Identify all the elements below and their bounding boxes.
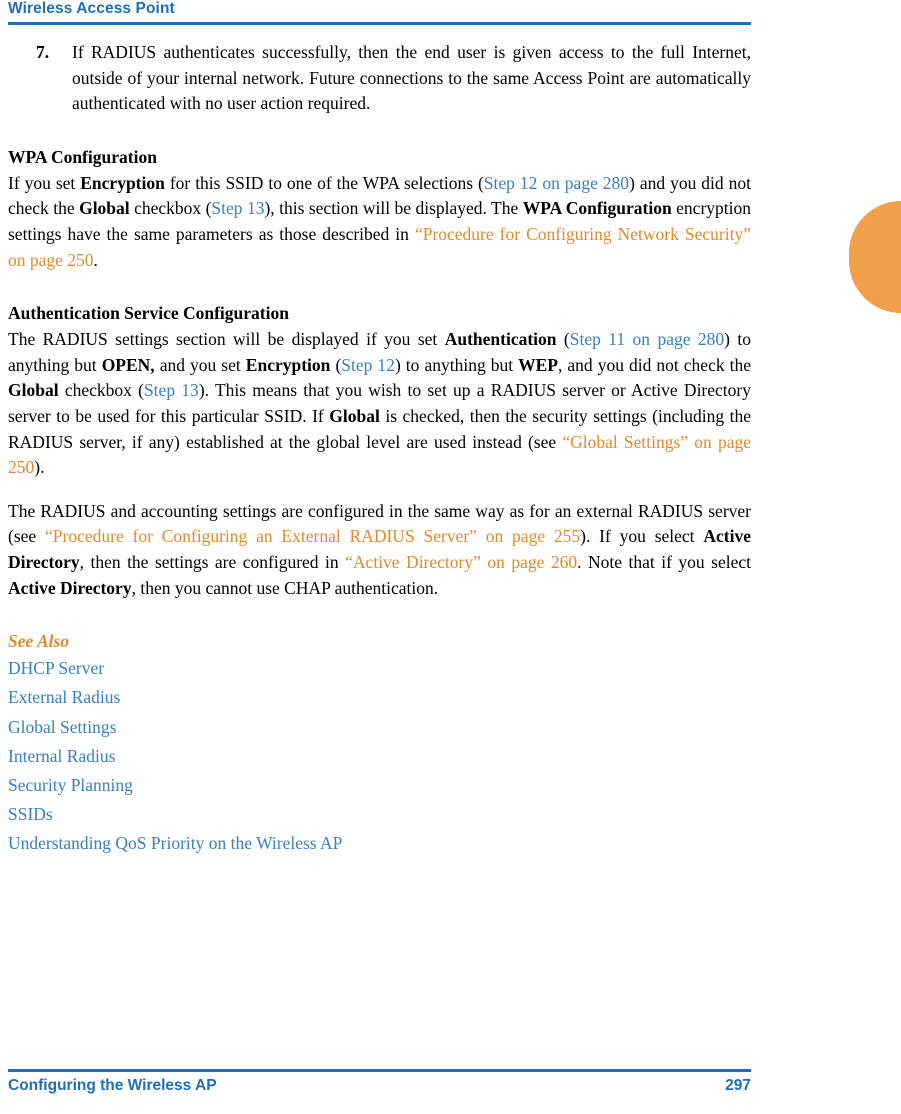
text-fragment: ) to anything but — [394, 354, 519, 375]
text-fragment: . — [93, 249, 98, 270]
list-item[interactable]: Global Settings — [8, 713, 751, 742]
list-item[interactable]: Security Planning — [8, 771, 751, 800]
page-edge-tab — [849, 201, 901, 313]
footer-chapter-title: Configuring the Wireless AP — [8, 1077, 217, 1094]
bold-term: Active Directory — [8, 577, 132, 598]
cross-reference-link[interactable]: Step 13 — [211, 198, 264, 218]
see-also-list: DHCP Server External Radius Global Setti… — [8, 654, 751, 858]
see-also-link[interactable]: SSIDs — [8, 804, 53, 824]
cross-reference-link[interactable]: Step 12 on page 280 — [484, 173, 629, 193]
text-fragment: ). — [34, 457, 45, 478]
paragraph-auth-2: The RADIUS and accounting settings are c… — [8, 499, 751, 601]
bold-term: Global — [329, 405, 380, 426]
cross-reference-link[interactable]: Step 11 on page 280 — [570, 329, 724, 349]
section-heading-authentication: Authentication Service Configuration — [8, 303, 289, 324]
bold-term: Authentication — [444, 329, 557, 350]
list-item[interactable]: DHCP Server — [8, 654, 751, 683]
list-item-text: If RADIUS authenticates successfully, th… — [72, 42, 751, 114]
text-fragment: ( — [330, 354, 342, 375]
see-also-link[interactable]: Understanding QoS Priority on the Wirele… — [8, 833, 342, 853]
text-fragment: , and you did not check the — [558, 354, 752, 375]
bold-term: WPA Configuration — [522, 198, 672, 219]
list-item[interactable]: External Radius — [8, 683, 751, 712]
see-also-link[interactable]: DHCP Server — [8, 658, 104, 678]
text-fragment: If you set — [8, 172, 81, 193]
paragraph-auth-1: The RADIUS settings section will be disp… — [8, 327, 751, 481]
see-also-heading: See Also — [8, 631, 70, 652]
bold-term: Global — [79, 198, 130, 219]
header-divider — [8, 22, 751, 25]
see-also-link[interactable]: Security Planning — [8, 775, 133, 795]
text-fragment: for this SSID to one of the WPA selectio… — [164, 172, 484, 193]
paragraph-wpa: If you set Encryption for this SSID to o… — [8, 171, 751, 273]
list-item-number: 7. — [36, 42, 50, 62]
text-fragment: The RADIUS settings section will be disp… — [8, 329, 445, 350]
page-header: Wireless Access Point — [0, 0, 901, 26]
text-fragment: and you set — [154, 354, 246, 375]
header-title: Wireless Access Point — [8, 0, 175, 17]
cross-reference-link[interactable]: “Active Directory” on page 260 — [345, 552, 577, 572]
section-heading-wpa: WPA Configuration — [8, 146, 157, 167]
text-fragment: checkbox ( — [129, 198, 212, 219]
footer-page-number: 297 — [725, 1077, 751, 1094]
text-fragment: . Note that if you select — [577, 551, 751, 572]
see-also-link[interactable]: Global Settings — [8, 717, 116, 737]
list-item: 7. If RADIUS authenticates successfully, … — [8, 40, 751, 117]
text-fragment: checkbox ( — [58, 380, 144, 401]
see-also-link[interactable]: External Radius — [8, 687, 120, 707]
bold-term: OPEN, — [101, 354, 155, 375]
cross-reference-link[interactable]: Step 12 — [341, 355, 395, 375]
text-fragment: ( — [556, 329, 570, 350]
list-item[interactable]: Understanding QoS Priority on the Wirele… — [8, 829, 751, 858]
page-content: 7. If RADIUS authenticates successfully, … — [8, 40, 751, 859]
bold-term: Global — [8, 380, 59, 401]
footer-divider — [8, 1069, 751, 1072]
see-also-link[interactable]: Internal Radius — [8, 746, 115, 766]
bold-term: WEP — [518, 354, 558, 375]
text-fragment: , then the settings are configured in — [79, 551, 346, 572]
cross-reference-link[interactable]: Step 13 — [144, 380, 199, 400]
text-fragment: ). If you select — [580, 526, 704, 547]
text-fragment: , then you cannot use CHAP authenticatio… — [131, 577, 439, 598]
text-fragment: ), this section will be displayed. The — [264, 198, 523, 219]
bold-term: Encryption — [80, 172, 165, 193]
cross-reference-link[interactable]: “Procedure for Configuring an External R… — [45, 526, 580, 546]
list-item[interactable]: SSIDs — [8, 800, 751, 829]
bold-term: Encryption — [245, 354, 331, 375]
list-item[interactable]: Internal Radius — [8, 742, 751, 771]
